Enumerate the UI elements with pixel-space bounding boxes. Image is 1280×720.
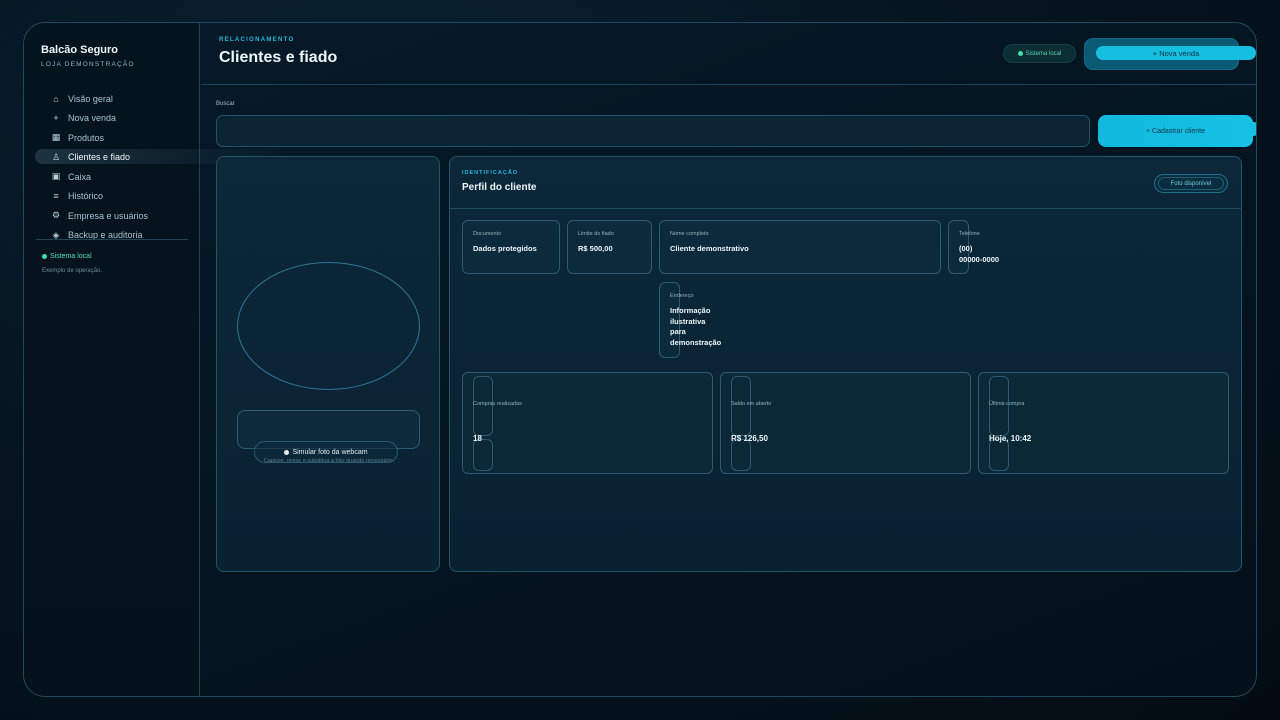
page-eyebrow: RELACIONAMENTO <box>219 37 295 43</box>
search-input[interactable] <box>216 115 1090 147</box>
sidebar-item-produtos[interactable]: ▦ Produtos <box>24 128 200 148</box>
field-label: Telefone <box>959 231 980 237</box>
grid-icon: ▦ <box>51 132 61 143</box>
register-client-button[interactable]: + Cadastrar cliente <box>1098 115 1256 147</box>
status-dot-icon <box>1017 51 1023 56</box>
stat-value: Hoje, 10:42 <box>989 434 1032 443</box>
status-badge-label: Sistema local <box>1025 50 1062 57</box>
camera-icon <box>284 449 290 455</box>
field-value: R$ 500,00 <box>578 244 613 253</box>
field-label: Documento <box>473 231 502 237</box>
sidebar-item-clientes[interactable]: ♙ Clientes e fiado <box>24 148 291 168</box>
stat-decoration <box>473 439 493 471</box>
sidebar-status: Sistema local <box>42 253 92 260</box>
sidebar: Balcão Seguro LOJA DEMONSTRAÇÃO ⌂ Visão … <box>24 23 291 696</box>
status-badge: Sistema local <box>1003 44 1076 63</box>
new-sale-container: + Nova venda <box>1084 38 1256 70</box>
field-value: Cliente demonstrativo <box>670 244 749 253</box>
home-icon: ⌂ <box>53 93 59 104</box>
list-icon: ≡ <box>53 191 59 202</box>
sidebar-status-label: Sistema local <box>50 253 92 260</box>
stat-decoration <box>731 439 751 471</box>
stat-label: Compras realizadas <box>473 401 522 407</box>
new-sale-button[interactable]: + Nova venda <box>1096 46 1256 60</box>
profile-panel: IDENTIFICAÇÃO Perfil do cliente Foto dis… <box>449 156 1242 572</box>
brand-subtitle: LOJA DEMONSTRAÇÃO <box>41 61 135 68</box>
sidebar-item-label: Visão geral <box>68 93 113 104</box>
sidebar-item-label: Histórico <box>68 191 104 202</box>
stat-value: 18 <box>473 434 482 443</box>
profile-title: Perfil do cliente <box>462 182 537 193</box>
search-label: Buscar <box>216 101 235 107</box>
page-title: Clientes e fiado <box>219 49 338 66</box>
sidebar-item-label: Caixa <box>68 171 92 182</box>
sidebar-note: Exemplo de operação. <box>42 268 103 274</box>
webcam-capture-label: Simular foto da webcam <box>292 448 368 456</box>
field-label: Limite do fiado <box>578 231 614 237</box>
sidebar-item-caixa[interactable]: ▣ Caixa <box>24 167 200 187</box>
field-phone: Telefone (00) 00000-0000 <box>948 220 999 274</box>
sidebar-item-nova-venda[interactable]: + Nova venda <box>24 109 200 129</box>
sidebar-item-empresa[interactable]: ⚙ Empresa e usuários <box>24 206 200 226</box>
stat-value: R$ 126,50 <box>731 434 768 443</box>
photo-badge-label: Foto disponível <box>1170 180 1212 187</box>
field-label: Endereço <box>670 293 694 299</box>
person-icon: ♙ <box>51 151 61 162</box>
sidebar-item-backup[interactable]: ◈ Backup e auditoria <box>24 226 200 246</box>
sidebar-nav: ⌂ Visão geral + Nova venda ▦ Produtos ♙ … <box>24 89 291 246</box>
sidebar-item-label: Clientes e fiado <box>68 152 131 163</box>
photo-available-badge[interactable]: Foto disponível <box>1154 174 1228 193</box>
sidebar-item-label: Produtos <box>68 132 105 143</box>
status-dot-icon <box>42 254 47 259</box>
field-label: Nome completo <box>670 231 709 237</box>
field-value: Informação ilustrativa para demonstração <box>670 306 722 347</box>
page-header: RELACIONAMENTO Clientes e fiado Sistema … <box>201 23 1256 85</box>
field-address: Endereço Informação ilustrativa para dem… <box>659 282 721 358</box>
cash-register-icon: ▣ <box>51 171 61 182</box>
sidebar-item-historico[interactable]: ≡ Histórico <box>24 187 200 207</box>
stat-label: Última compra <box>989 401 1025 407</box>
field-value: (00) 00000-0000 <box>959 244 1000 264</box>
app-window: Balcão Seguro LOJA DEMONSTRAÇÃO ⌂ Visão … <box>23 22 1257 697</box>
stat-last-purchase: Última compra Hoje, 10:42 <box>978 372 1229 474</box>
sidebar-item-label: Nova venda <box>68 113 117 124</box>
field-credit-limit: Limite do fiado R$ 500,00 <box>567 220 652 274</box>
sidebar-divider <box>36 239 188 240</box>
field-value: Dados protegidos <box>473 244 537 253</box>
stat-decoration <box>989 439 1009 471</box>
stat-label: Saldo em aberto <box>731 401 772 407</box>
field-full-name: Nome completo Cliente demonstrativo <box>659 220 941 274</box>
plus-icon: + <box>53 113 59 124</box>
photo-frame <box>237 262 420 390</box>
profile-eyebrow: IDENTIFICAÇÃO <box>462 170 519 176</box>
profile-header: IDENTIFICAÇÃO Perfil do cliente Foto dis… <box>450 157 1241 209</box>
stat-open-balance: Saldo em aberto R$ 126,50 <box>720 372 971 474</box>
stat-purchases: Compras realizadas 18 <box>462 372 713 474</box>
gear-icon: ⚙ <box>51 210 61 221</box>
sidebar-item-visao-geral[interactable]: ⌂ Visão geral <box>24 89 200 109</box>
sidebar-item-label: Empresa e usuários <box>68 210 149 221</box>
brand-name: Balcão Seguro <box>41 44 119 56</box>
photo-panel: Simular foto da webcam Capture, revise e… <box>216 156 440 572</box>
webcam-hint: Capture, revise e substitua a foto quand… <box>263 458 395 464</box>
field-document: Documento Dados protegidos <box>462 220 560 274</box>
